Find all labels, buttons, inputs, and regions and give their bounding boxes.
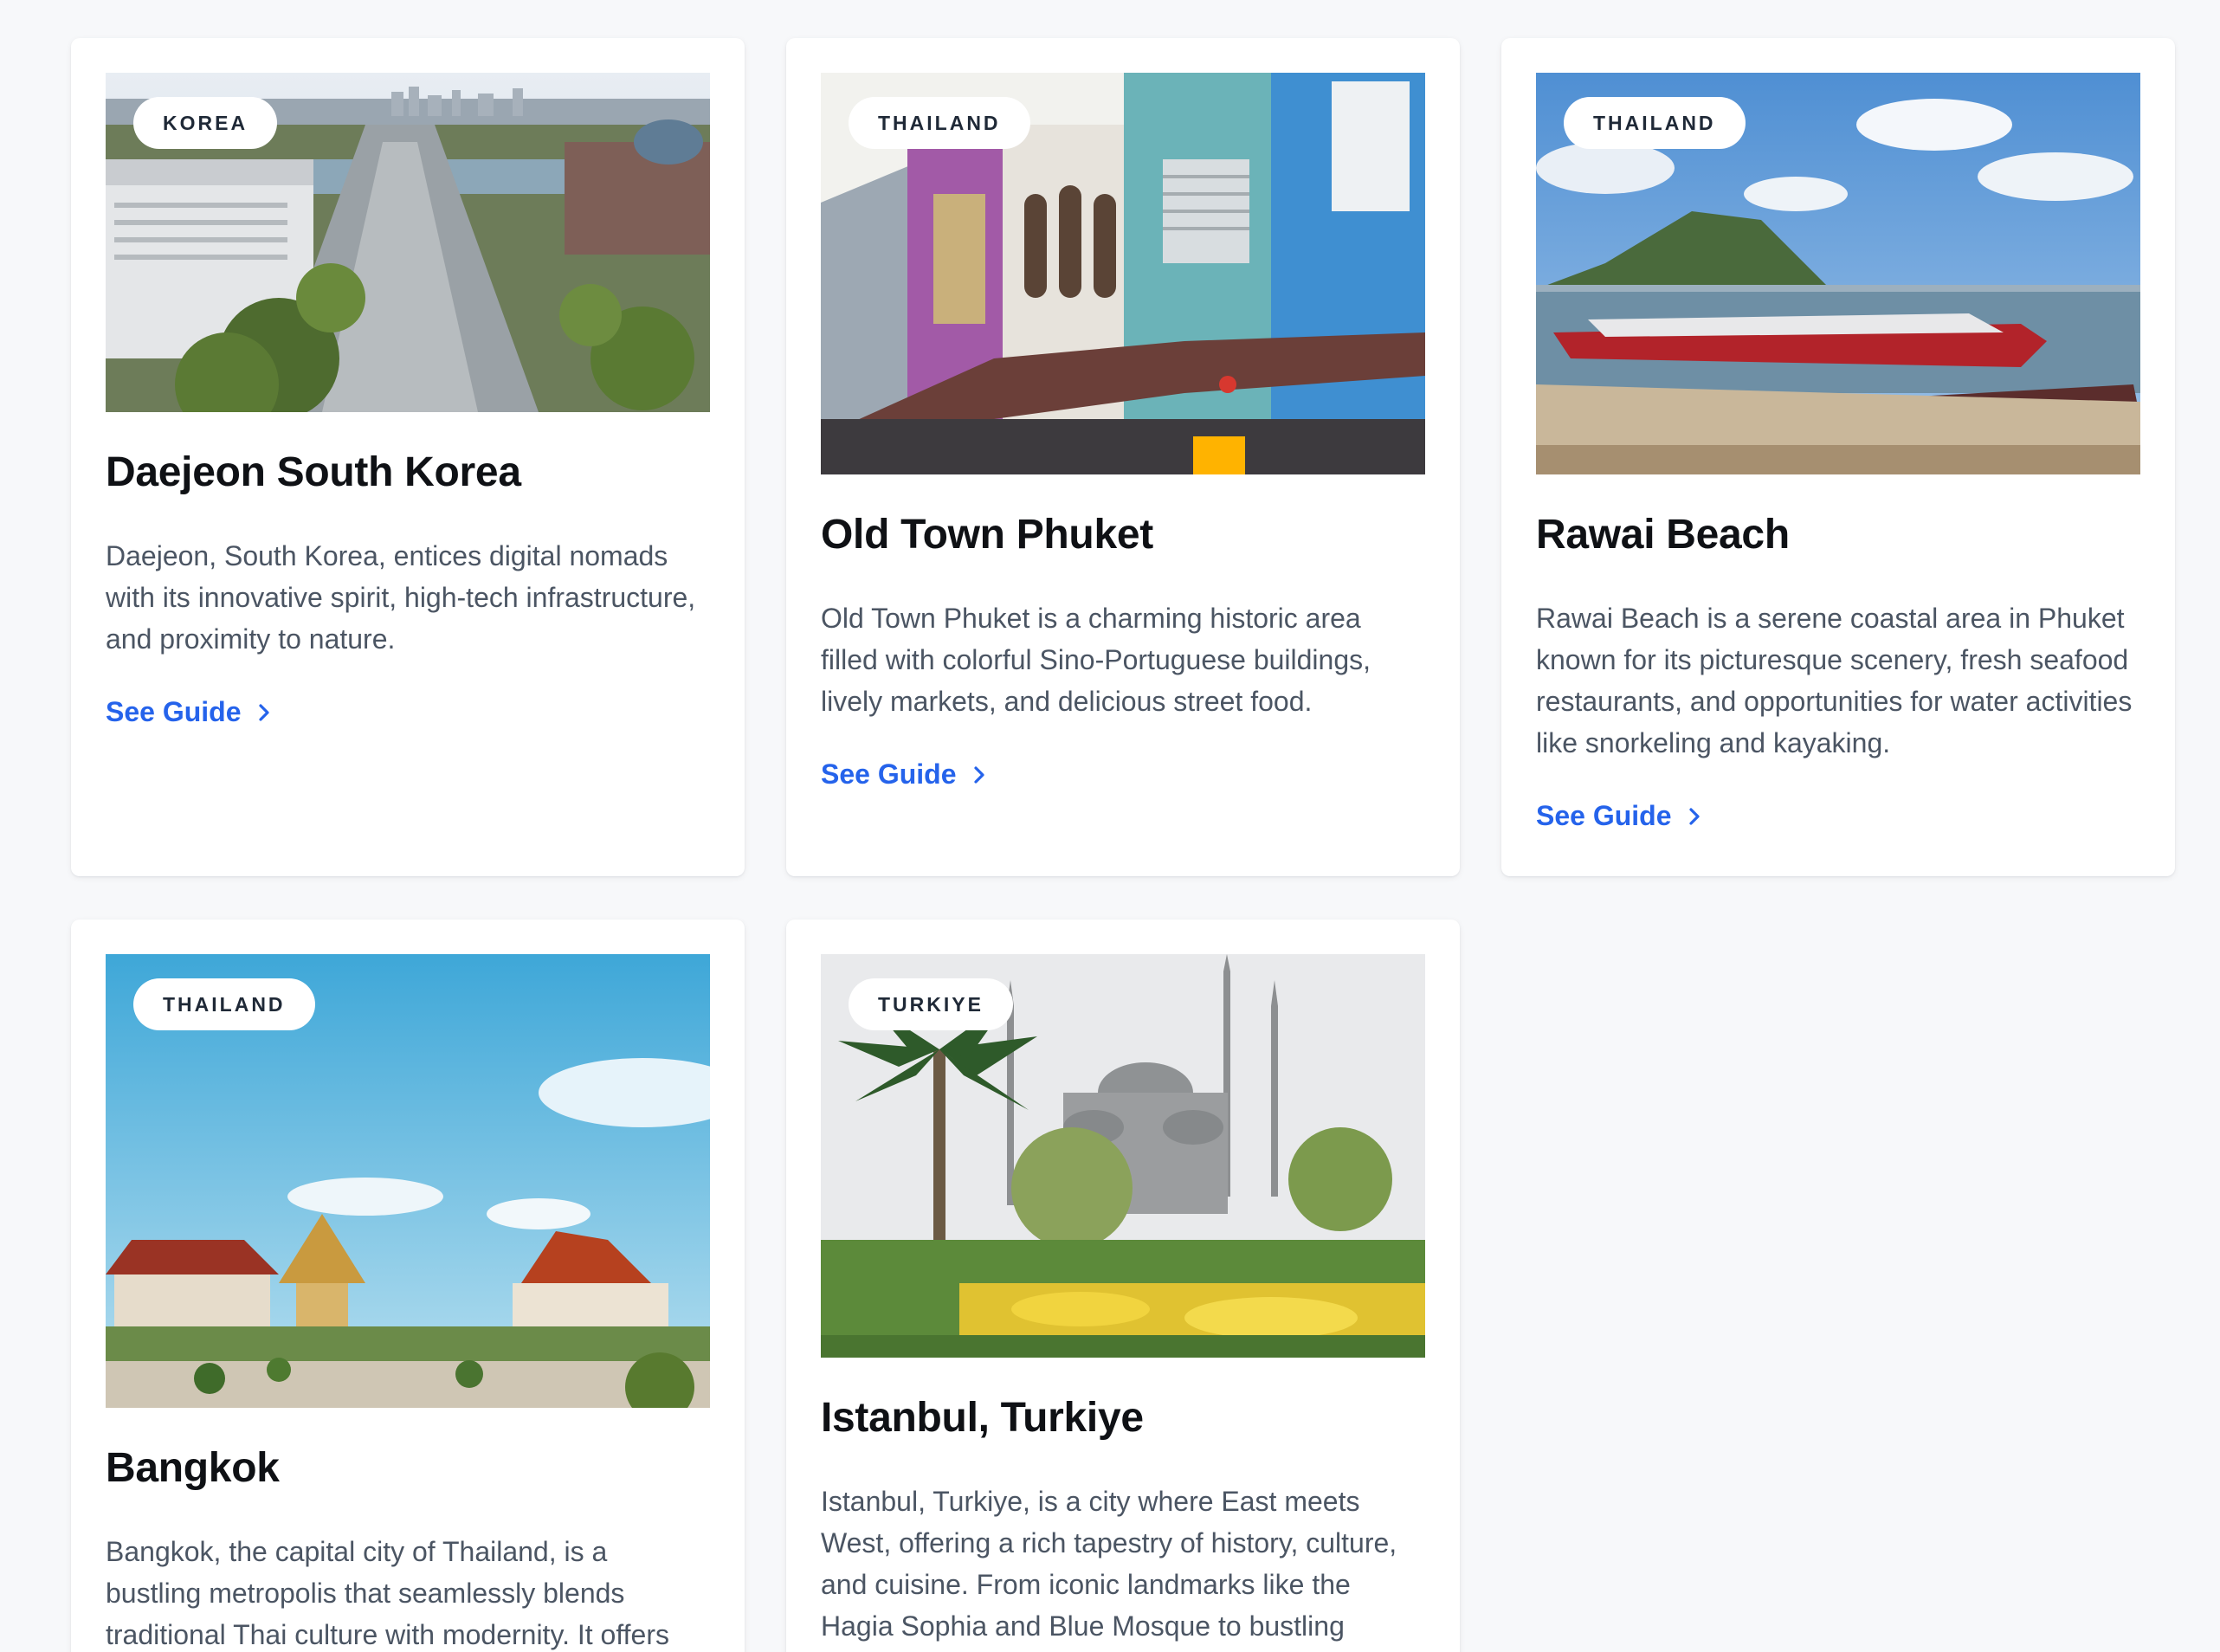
chevron-right-icon xyxy=(973,765,984,784)
card-body: Old Town Phuket Old Town Phuket is a cha… xyxy=(821,509,1425,791)
card-title[interactable]: Istanbul, Turkiye xyxy=(821,1392,1425,1444)
card-title[interactable]: Bangkok xyxy=(106,1442,710,1494)
card-description: Istanbul, Turkiye, is a city where East … xyxy=(821,1486,1397,1642)
country-badge: TURKIYE xyxy=(849,978,1013,1030)
country-badge: KOREA xyxy=(133,97,278,149)
chevron-right-icon xyxy=(1688,807,1700,825)
see-guide-link[interactable]: See Guide xyxy=(1536,800,1705,832)
card-image-daejeon[interactable]: KOREA xyxy=(106,73,710,412)
card-body: Daejeon South Korea Daejeon, South Korea… xyxy=(106,447,710,728)
card-title[interactable]: Rawai Beach xyxy=(1536,509,2140,561)
card-image-istanbul[interactable]: TURKIYE xyxy=(821,954,1425,1358)
see-guide-label: See Guide xyxy=(821,758,957,790)
see-guide-link[interactable]: See Guide xyxy=(821,758,990,791)
card-description: Old Town Phuket is a charming historic a… xyxy=(821,603,1371,717)
card-image-bangkok[interactable]: THAILAND xyxy=(106,954,710,1408)
country-badge: THAILAND xyxy=(1564,97,1746,149)
country-badge: THAILAND xyxy=(133,978,315,1030)
see-guide-label: See Guide xyxy=(106,696,242,727)
see-guide-label: See Guide xyxy=(1536,800,1672,831)
country-badge: THAILAND xyxy=(849,97,1030,149)
card-body: Bangkok Bangkok, the capital city of Tha… xyxy=(106,1442,710,1652)
destination-card-bangkok[interactable]: THAILAND Bangkok Bangkok, the capital ci… xyxy=(71,920,745,1652)
card-description: Rawai Beach is a serene coastal area in … xyxy=(1536,603,2133,758)
destination-card-old-town-phuket[interactable]: THAILAND Old Town Phuket Old Town Phuket… xyxy=(786,38,1460,876)
see-guide-link[interactable]: See Guide xyxy=(106,696,274,728)
card-description: Daejeon, South Korea, entices digital no… xyxy=(106,540,696,655)
card-title[interactable]: Daejeon South Korea xyxy=(106,447,710,499)
card-image-old-town-phuket[interactable]: THAILAND xyxy=(821,73,1425,474)
destination-card-istanbul[interactable]: TURKIYE Istanbul, Turkiye Istanbul, Turk… xyxy=(786,920,1460,1652)
chevron-right-icon xyxy=(258,703,269,721)
destination-card-rawai-beach[interactable]: THAILAND Rawai Beach Rawai Beach is a se… xyxy=(1501,38,2175,876)
destination-grid-page: KOREA Daejeon South Korea Daejeon, South… xyxy=(0,0,2220,1652)
card-body: Rawai Beach Rawai Beach is a serene coas… xyxy=(1536,509,2140,832)
destination-card-daejeon[interactable]: KOREA Daejeon South Korea Daejeon, South… xyxy=(71,38,745,876)
card-description: Bangkok, the capital city of Thailand, i… xyxy=(106,1536,669,1650)
card-title[interactable]: Old Town Phuket xyxy=(821,509,1425,561)
card-body: Istanbul, Turkiye Istanbul, Turkiye, is … xyxy=(821,1392,1425,1647)
card-image-rawai-beach[interactable]: THAILAND xyxy=(1536,73,2140,474)
